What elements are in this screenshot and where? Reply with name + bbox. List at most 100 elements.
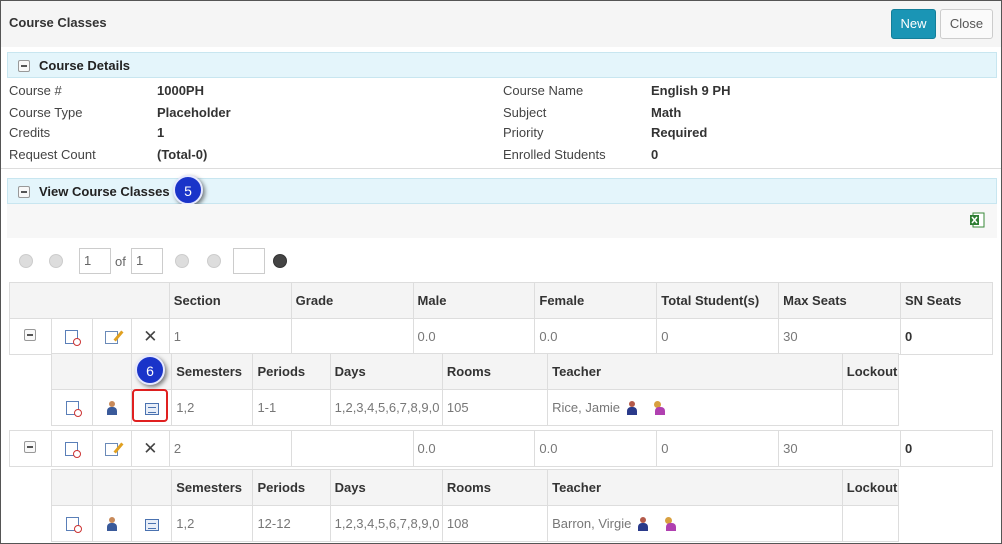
priority-label: Priority	[503, 125, 544, 140]
rooms-cell: 105	[441, 389, 549, 426]
column-header[interactable]: Female	[534, 282, 658, 319]
total-pages-field: 1	[131, 248, 163, 274]
schedule-row: 1,2 12-12 1,2,3,4,5,6,7,8,9,0 108 Barron…	[50, 505, 900, 542]
total-students-cell: 0	[656, 318, 780, 355]
request-count-value: (Total-0)	[157, 147, 208, 162]
course-name-label: Course Name	[503, 83, 584, 98]
subject-label: Subject	[503, 105, 547, 120]
view-details-icon[interactable]	[65, 442, 82, 459]
course-details-header[interactable]: Course Details	[7, 52, 997, 78]
column-header[interactable]: Semesters	[171, 353, 254, 390]
course-classes-table-row2: ✕ 2 0.0 0.0 0 30 0	[9, 430, 993, 467]
person-icon[interactable]	[106, 517, 118, 532]
substitute-teacher-icon[interactable]	[652, 401, 666, 416]
column-header[interactable]: Grade	[290, 282, 414, 319]
enrolled-students-value: 0	[651, 147, 659, 162]
semesters-cell: 1,2	[171, 505, 254, 542]
delete-icon[interactable]: ✕	[143, 440, 157, 457]
column-header[interactable]: Male	[412, 282, 536, 319]
periods-cell: 12-12	[252, 505, 331, 542]
teacher-cell: Rice, Jamie	[547, 389, 843, 426]
column-header[interactable]: Days	[329, 469, 443, 506]
total-students-cell: 0	[656, 430, 780, 467]
page-number-input[interactable]: 1	[79, 248, 111, 274]
column-header[interactable]: Total Student(s)	[656, 282, 780, 319]
excel-export-icon[interactable]	[969, 212, 985, 228]
view-details-icon[interactable]	[65, 517, 82, 534]
view-course-classes-header[interactable]: View Course Classes	[7, 178, 997, 204]
subject-value: Math	[651, 105, 682, 120]
course-details-title: Course Details	[39, 58, 131, 73]
lockout-cell	[841, 505, 900, 542]
column-header[interactable]: Rooms	[441, 469, 549, 506]
column-header[interactable]: Lockout	[841, 469, 900, 506]
previous-page-icon[interactable]	[49, 254, 63, 268]
view-course-classes-title: View Course Classes	[39, 184, 170, 199]
max-seats-cell: 30	[778, 318, 902, 355]
column-header[interactable]: Lockout	[841, 353, 900, 390]
page-title: Course Classes	[9, 15, 107, 30]
column-header[interactable]: Rooms	[441, 353, 549, 390]
column-header[interactable]: Teacher	[547, 353, 843, 390]
lockout-cell	[841, 389, 900, 426]
teacher-name: Barron, Virgie	[552, 515, 632, 531]
column-header[interactable]: Periods	[252, 353, 331, 390]
next-page-icon[interactable]	[175, 254, 189, 268]
step-callout-5: 5	[173, 175, 203, 205]
collapse-icon[interactable]	[18, 186, 30, 198]
schedule-row: 1,2 1-1 1,2,3,4,5,6,7,8,9,0 105 Rice, Ja…	[50, 389, 900, 426]
max-seats-cell: 30	[778, 430, 902, 467]
highlight-box	[132, 389, 168, 422]
days-cell: 1,2,3,4,5,6,7,8,9,0	[329, 389, 443, 426]
new-button[interactable]: New	[891, 9, 936, 39]
teacher-name: Rice, Jamie	[552, 399, 621, 415]
last-page-icon[interactable]	[207, 254, 221, 268]
male-cell: 0.0	[412, 430, 536, 467]
grade-cell	[290, 430, 414, 467]
export-toolbar	[7, 204, 997, 238]
first-page-icon[interactable]	[19, 254, 33, 268]
delete-icon[interactable]: ✕	[143, 328, 157, 345]
request-count-label: Request Count	[9, 147, 96, 162]
course-classes-window: Course Classes New Close Course Details …	[0, 0, 1002, 544]
course-type-label: Course Type	[9, 105, 83, 120]
pager-of-label: of	[115, 254, 126, 269]
close-button[interactable]: Close	[940, 9, 993, 39]
enrolled-students-label: Enrolled Students	[503, 147, 606, 162]
course-number-label: Course #	[9, 83, 62, 98]
schedule-icon[interactable]	[144, 518, 159, 531]
column-header[interactable]: Max Seats	[778, 282, 902, 319]
collapse-icon[interactable]	[24, 441, 37, 453]
periods-cell: 1-1	[252, 389, 331, 426]
view-details-icon[interactable]	[65, 330, 82, 347]
column-header[interactable]: SN Seats	[900, 282, 993, 319]
teacher-cell: Barron, Virgie	[547, 505, 843, 542]
page-size-input[interactable]	[233, 248, 265, 274]
column-header[interactable]: Days	[329, 353, 443, 390]
collapse-icon[interactable]	[24, 329, 37, 341]
course-type-value: Placeholder	[157, 105, 231, 120]
edit-icon[interactable]	[105, 443, 119, 457]
course-number-value: 1000PH	[157, 83, 204, 98]
top-bar: Course Classes New Close	[1, 1, 1001, 47]
sn-seats-cell: 0	[900, 318, 993, 355]
edit-icon[interactable]	[105, 331, 119, 345]
semesters-cell: 1,2	[171, 389, 254, 426]
credits-label: Credits	[9, 125, 51, 140]
course-details-panel: Course # 1000PH Course Type Placeholder …	[1, 81, 1001, 169]
pager: 1 of 1	[15, 248, 315, 274]
table-header-row: Section Grade Male Female Total Student(…	[9, 282, 993, 319]
teacher-icon[interactable]	[637, 517, 649, 532]
column-header[interactable]: Section	[168, 282, 292, 319]
substitute-teacher-icon[interactable]	[663, 517, 677, 532]
days-cell: 1,2,3,4,5,6,7,8,9,0	[329, 505, 443, 542]
person-icon[interactable]	[106, 401, 118, 416]
go-icon[interactable]	[273, 254, 287, 268]
column-header[interactable]: Periods	[252, 469, 331, 506]
course-name-value: English 9 PH	[651, 83, 731, 98]
collapse-icon[interactable]	[18, 60, 30, 72]
column-header[interactable]: Semesters	[171, 469, 254, 506]
column-header[interactable]: Teacher	[547, 469, 843, 506]
teacher-icon[interactable]	[626, 401, 638, 416]
view-details-icon[interactable]	[65, 401, 82, 418]
